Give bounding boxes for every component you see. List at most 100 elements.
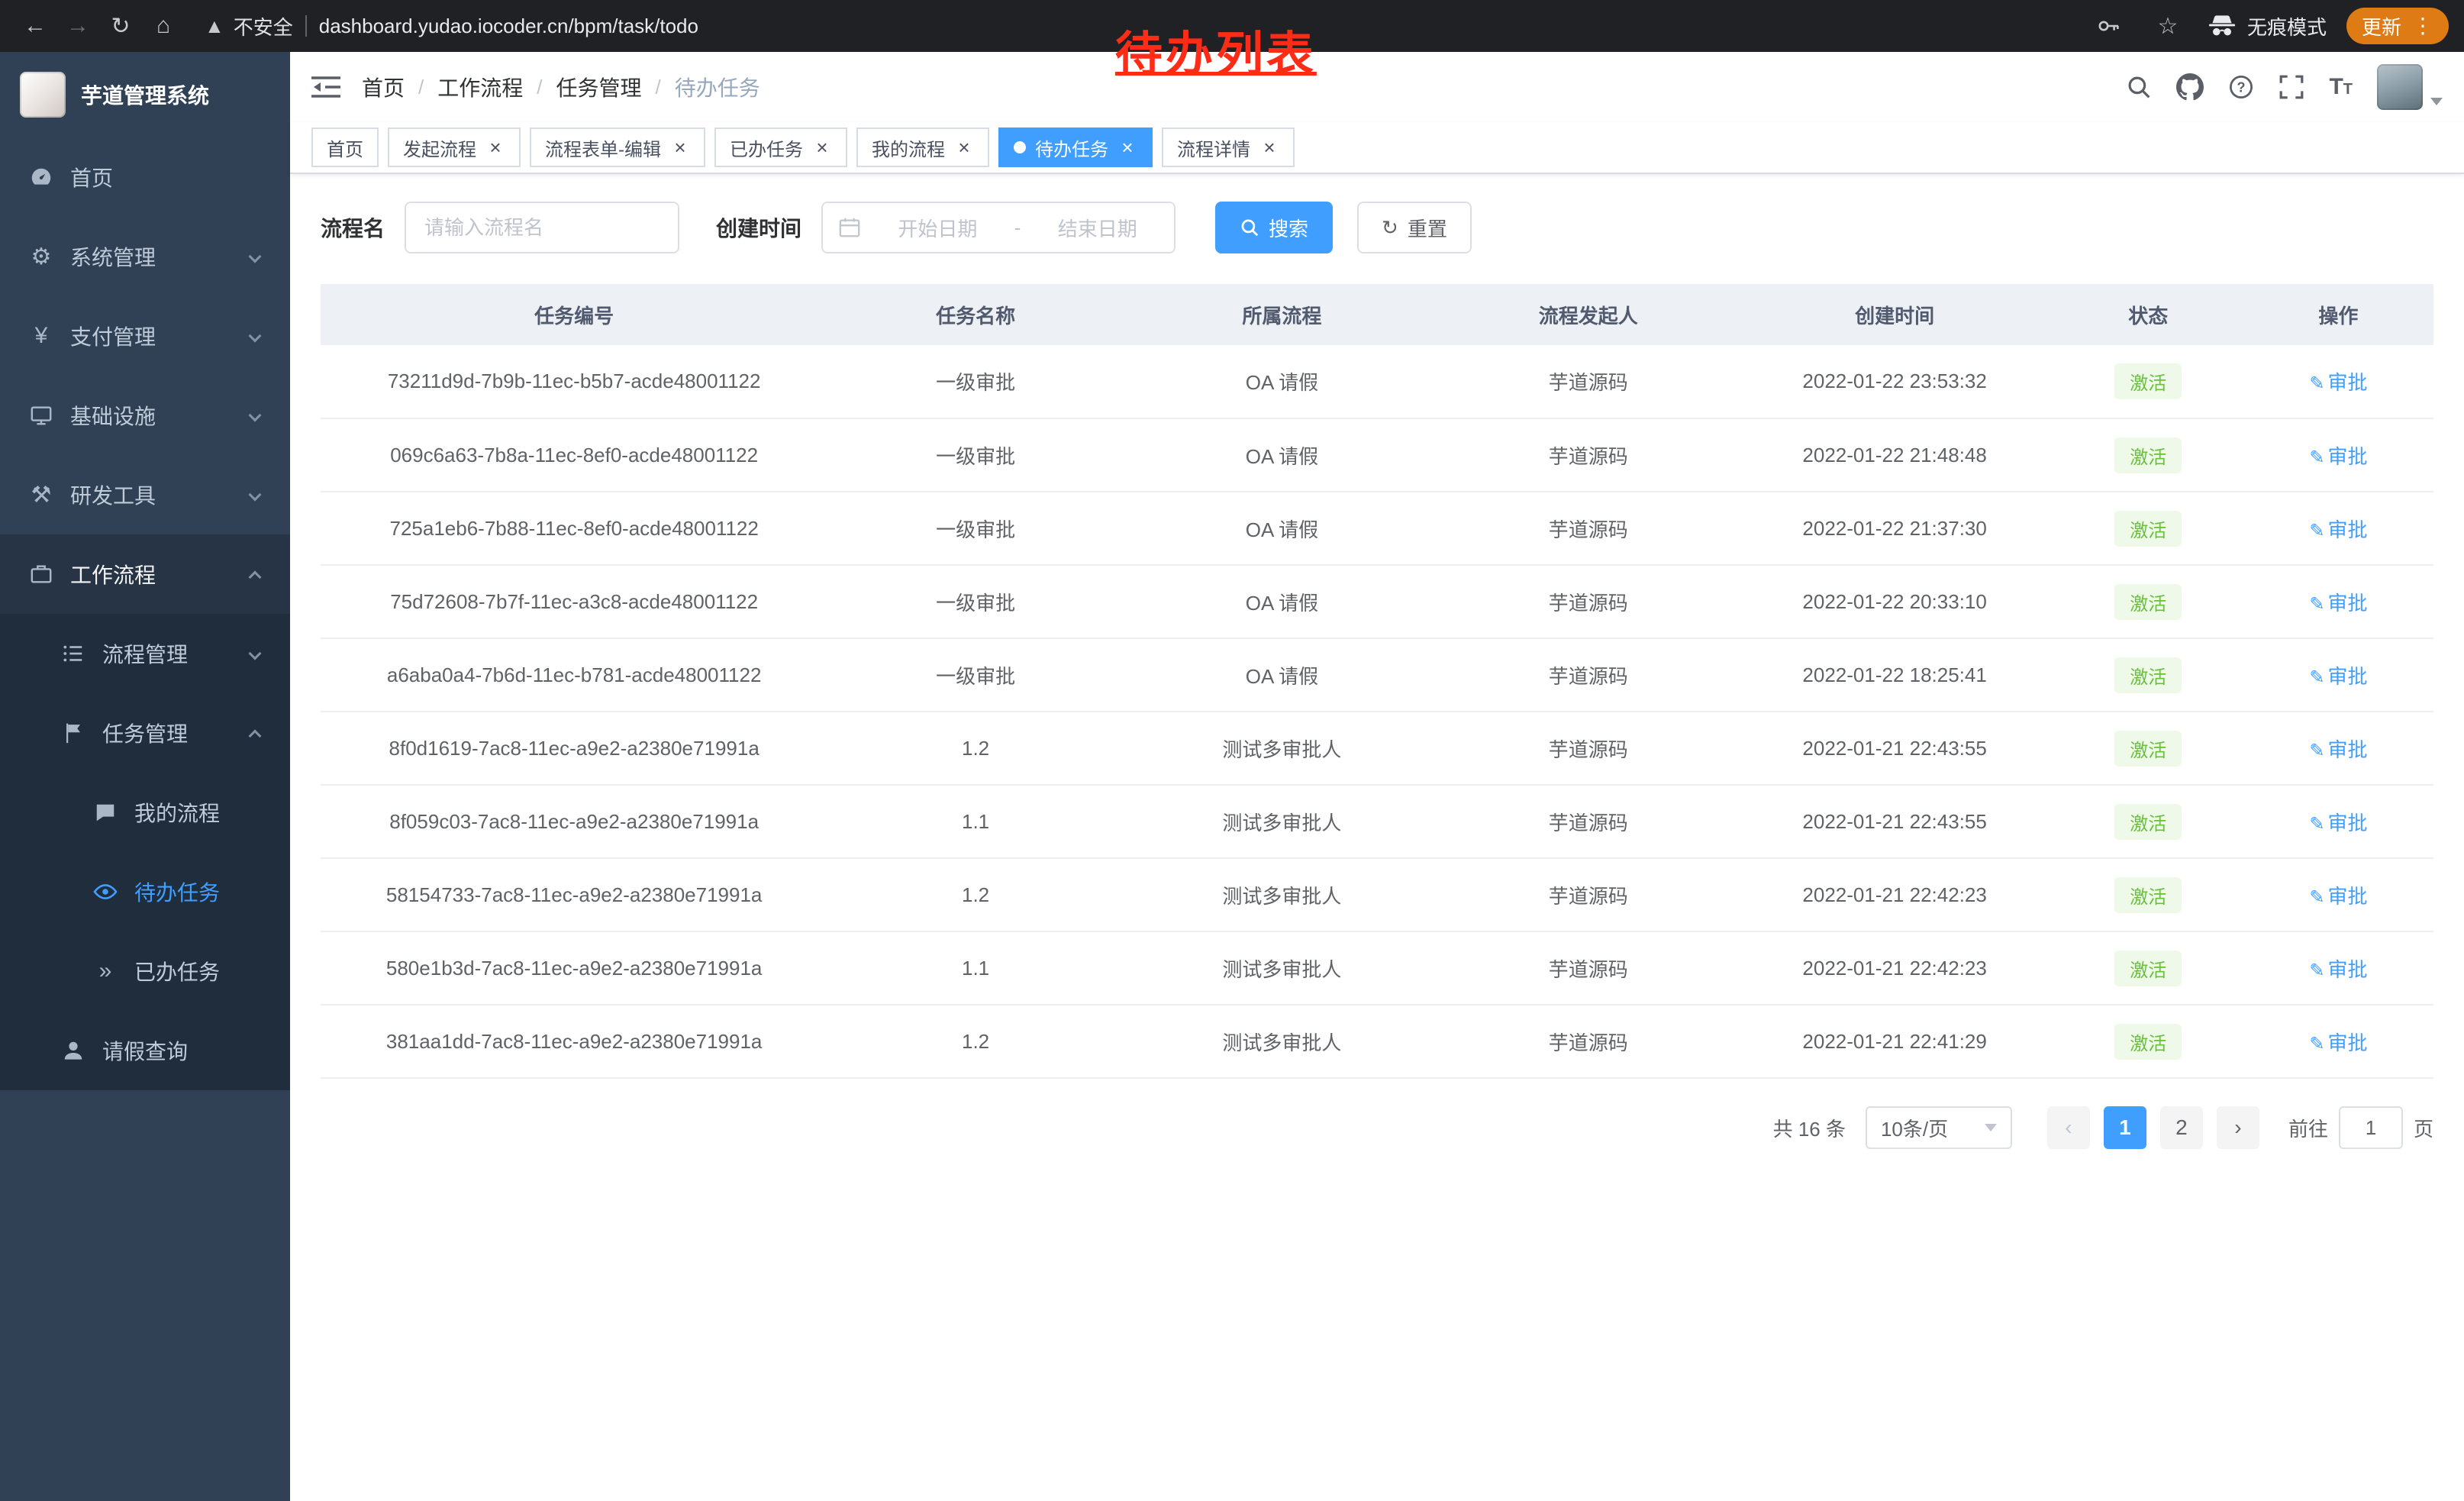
process-name-label: 流程名: [321, 212, 385, 243]
approve-link[interactable]: ✎审批: [2309, 812, 2367, 834]
forward-icon[interactable]: →: [58, 6, 98, 46]
reset-button[interactable]: ↻ 重置: [1357, 202, 1472, 253]
initiator-cell: 芋道源码: [1440, 492, 1737, 565]
caret-down-icon: [1985, 1124, 1997, 1131]
task-name-cell: 一级审批: [827, 418, 1124, 492]
breadcrumb-home[interactable]: 首页: [362, 72, 405, 102]
tab-form-edit[interactable]: 流程表单-编辑 ×: [530, 128, 705, 167]
create-time-cell: 2022-01-21 22:42:23: [1737, 931, 2053, 1005]
update-button[interactable]: 更新 ⋮: [2346, 8, 2449, 44]
create-time-cell: 2022-01-22 18:25:41: [1737, 638, 2053, 712]
create-time-cell: 2022-01-22 21:48:48: [1737, 418, 2053, 492]
address-bar[interactable]: ▲ 不安全 dashboard.yudao.iocoder.cn/bpm/tas…: [205, 12, 2085, 40]
process-cell: OA 请假: [1124, 418, 1440, 492]
close-icon[interactable]: ×: [812, 137, 832, 157]
fullscreen-icon[interactable]: [2279, 74, 2304, 100]
page-size-select[interactable]: 10条/页: [1866, 1106, 2012, 1149]
approve-link[interactable]: ✎审批: [2309, 592, 2367, 615]
actions-cell: ✎审批: [2243, 931, 2433, 1005]
sidebar-item-payment[interactable]: ¥ 支付管理: [0, 296, 290, 376]
user-menu[interactable]: [2377, 64, 2443, 110]
sidebar-item-my-process[interactable]: 我的流程: [0, 773, 290, 852]
chevron-up-icon: [249, 730, 262, 743]
approve-link[interactable]: ✎审批: [2309, 885, 2367, 908]
task-name-cell: 1.1: [827, 785, 1124, 858]
sidebar-item-home[interactable]: 首页: [0, 137, 290, 217]
browser-menu-icon[interactable]: ⋮: [2412, 15, 2433, 37]
close-icon[interactable]: ×: [670, 137, 690, 157]
sidebar-item-process-mgmt[interactable]: 流程管理: [0, 614, 290, 693]
back-icon[interactable]: ←: [15, 6, 55, 46]
sidebar-item-devtools[interactable]: ⚒ 研发工具: [0, 455, 290, 534]
security-warning[interactable]: ▲ 不安全: [205, 12, 293, 40]
bookmark-star-icon[interactable]: ☆: [2148, 6, 2188, 46]
sidebar-item-workflow[interactable]: 工作流程: [0, 534, 290, 614]
app-logo[interactable]: 芋道管理系统: [0, 52, 290, 137]
table-row: 73211d9d-7b9b-11ec-b5b7-acde48001122 一级审…: [321, 345, 2433, 418]
approve-link[interactable]: ✎审批: [2309, 738, 2367, 761]
prev-page-button[interactable]: ‹: [2047, 1106, 2090, 1149]
chat-icon: [92, 801, 119, 824]
tab-my-process[interactable]: 我的流程 ×: [856, 128, 989, 167]
process-name-input[interactable]: [405, 202, 679, 253]
close-icon[interactable]: ×: [1259, 137, 1279, 157]
approve-link[interactable]: ✎审批: [2309, 665, 2367, 688]
search-button[interactable]: 搜索: [1215, 202, 1333, 253]
initiator-cell: 芋道源码: [1440, 345, 1737, 418]
sidebar-item-infra[interactable]: 基础设施: [0, 376, 290, 455]
approve-link[interactable]: ✎审批: [2309, 1031, 2367, 1054]
sidebar-item-task-mgmt[interactable]: 任务管理: [0, 693, 290, 773]
key-icon[interactable]: [2088, 6, 2128, 46]
create-time-label: 创建时间: [716, 212, 801, 243]
sidebar-item-system[interactable]: ⚙ 系统管理: [0, 217, 290, 296]
avatar[interactable]: [2377, 64, 2423, 110]
task-id-cell: 580e1b3d-7ac8-11ec-a9e2-a2380e71991a: [321, 931, 827, 1005]
breadcrumb-workflow[interactable]: 工作流程: [437, 72, 523, 102]
chevron-down-icon: [249, 250, 262, 263]
approve-link[interactable]: ✎审批: [2309, 371, 2367, 394]
approve-link[interactable]: ✎审批: [2309, 958, 2367, 981]
status-cell: 激活: [2053, 492, 2243, 565]
url-text[interactable]: dashboard.yudao.iocoder.cn/bpm/task/todo: [319, 15, 698, 38]
approve-label: 审批: [2327, 371, 2367, 394]
tab-todo-tasks[interactable]: 待办任务 ×: [998, 128, 1153, 167]
close-icon[interactable]: ×: [1118, 137, 1137, 157]
next-page-button[interactable]: ›: [2217, 1106, 2259, 1149]
status-cell: 激活: [2053, 638, 2243, 712]
approve-link[interactable]: ✎审批: [2309, 518, 2367, 541]
incognito-icon: [2208, 11, 2237, 40]
browser-chrome: ← → ↻ ⌂ ▲ 不安全 dashboard.yudao.iocoder.cn…: [0, 0, 2464, 52]
help-icon[interactable]: ?: [2228, 74, 2254, 100]
tab-done-tasks[interactable]: 已办任务 ×: [714, 128, 847, 167]
collapse-sidebar-icon[interactable]: [311, 75, 340, 99]
home-icon[interactable]: ⌂: [144, 6, 183, 46]
refresh-icon[interactable]: ↻: [101, 6, 140, 46]
task-name-cell: 一级审批: [827, 345, 1124, 418]
sidebar-item-todo-tasks[interactable]: 待办任务: [0, 852, 290, 931]
warning-icon: ▲: [205, 15, 224, 38]
top-header: 首页 / 工作流程 / 任务管理 / 待办任务 ?: [290, 52, 2464, 122]
sidebar-item-done-tasks[interactable]: » 已办任务: [0, 931, 290, 1011]
tab-start-process[interactable]: 发起流程 ×: [388, 128, 521, 167]
tab-process-detail[interactable]: 流程详情 ×: [1162, 128, 1295, 167]
close-icon[interactable]: ×: [485, 137, 505, 157]
task-name-cell: 一级审批: [827, 565, 1124, 638]
page-button-1[interactable]: 1: [2104, 1106, 2146, 1149]
sidebar-item-leave-query[interactable]: 请假查询: [0, 1011, 290, 1090]
table-row: 8f0d1619-7ac8-11ec-a9e2-a2380e71991a 1.2…: [321, 712, 2433, 785]
goto-page-input[interactable]: [2339, 1106, 2403, 1149]
page-button-2[interactable]: 2: [2160, 1106, 2203, 1149]
approve-link[interactable]: ✎审批: [2309, 445, 2367, 468]
actions-cell: ✎审批: [2243, 638, 2433, 712]
approve-label: 审批: [2327, 812, 2367, 834]
initiator-cell: 芋道源码: [1440, 1005, 1737, 1078]
tab-home[interactable]: 首页: [311, 128, 379, 167]
column-header-initiator: 流程发起人: [1440, 284, 1737, 345]
font-size-icon[interactable]: TT: [2329, 76, 2353, 98]
search-icon[interactable]: [2126, 74, 2152, 100]
date-range-picker[interactable]: 开始日期 - 结束日期: [821, 202, 1176, 253]
close-icon[interactable]: ×: [954, 137, 974, 157]
github-icon[interactable]: [2176, 73, 2204, 101]
breadcrumb-task-mgmt[interactable]: 任务管理: [556, 72, 642, 102]
goto-label: 前往: [2288, 1114, 2328, 1142]
